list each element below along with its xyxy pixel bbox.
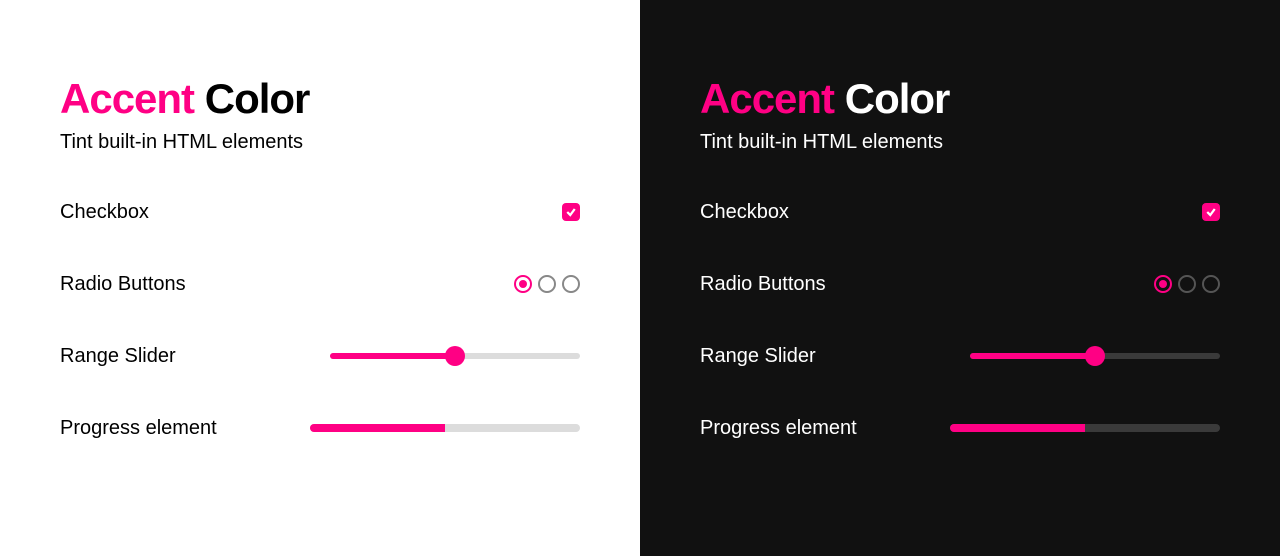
progress-label: Progress element xyxy=(700,417,857,440)
range-thumb[interactable] xyxy=(1085,346,1105,366)
progress-fill xyxy=(310,424,445,432)
radio-group xyxy=(1154,275,1220,293)
title-rest-word: Color xyxy=(205,75,310,122)
radio-option-1[interactable] xyxy=(514,275,532,293)
range-row: Range Slider xyxy=(700,344,1220,368)
checkbox-row: Checkbox xyxy=(60,200,580,224)
progress-element xyxy=(950,424,1220,432)
radio-option-2[interactable] xyxy=(1178,275,1196,293)
title-rest-word: Color xyxy=(845,75,950,122)
range-slider[interactable] xyxy=(970,353,1220,359)
light-panel: Accent Color Tint built-in HTML elements… xyxy=(0,0,640,556)
radio-row: Radio Buttons xyxy=(700,272,1220,296)
radio-option-3[interactable] xyxy=(562,275,580,293)
radio-option-3[interactable] xyxy=(1202,275,1220,293)
progress-label: Progress element xyxy=(60,417,217,440)
range-thumb[interactable] xyxy=(445,346,465,366)
radio-group xyxy=(514,275,580,293)
radio-row: Radio Buttons xyxy=(60,272,580,296)
checkmark-icon xyxy=(565,206,577,218)
range-label: Range Slider xyxy=(700,345,816,368)
progress-fill xyxy=(950,424,1085,432)
title-accent-word: Accent xyxy=(700,75,834,122)
dark-panel: Accent Color Tint built-in HTML elements… xyxy=(640,0,1280,556)
range-label: Range Slider xyxy=(60,345,176,368)
radio-label: Radio Buttons xyxy=(60,273,186,296)
checkbox-label: Checkbox xyxy=(60,201,149,224)
radio-label: Radio Buttons xyxy=(700,273,826,296)
range-slider[interactable] xyxy=(330,353,580,359)
checkbox-row: Checkbox xyxy=(700,200,1220,224)
checkbox-input[interactable] xyxy=(562,203,580,221)
progress-row: Progress element xyxy=(700,416,1220,440)
range-row: Range Slider xyxy=(60,344,580,368)
page-subtitle: Tint built-in HTML elements xyxy=(700,131,1220,154)
title-accent-word: Accent xyxy=(60,75,194,122)
range-fill xyxy=(330,353,455,359)
page-title: Accent Color xyxy=(60,75,580,123)
radio-option-1[interactable] xyxy=(1154,275,1172,293)
checkbox-input[interactable] xyxy=(1202,203,1220,221)
range-fill xyxy=(970,353,1095,359)
progress-element xyxy=(310,424,580,432)
page-subtitle: Tint built-in HTML elements xyxy=(60,131,580,154)
checkmark-icon xyxy=(1205,206,1217,218)
progress-row: Progress element xyxy=(60,416,580,440)
checkbox-label: Checkbox xyxy=(700,201,789,224)
page-title: Accent Color xyxy=(700,75,1220,123)
radio-option-2[interactable] xyxy=(538,275,556,293)
